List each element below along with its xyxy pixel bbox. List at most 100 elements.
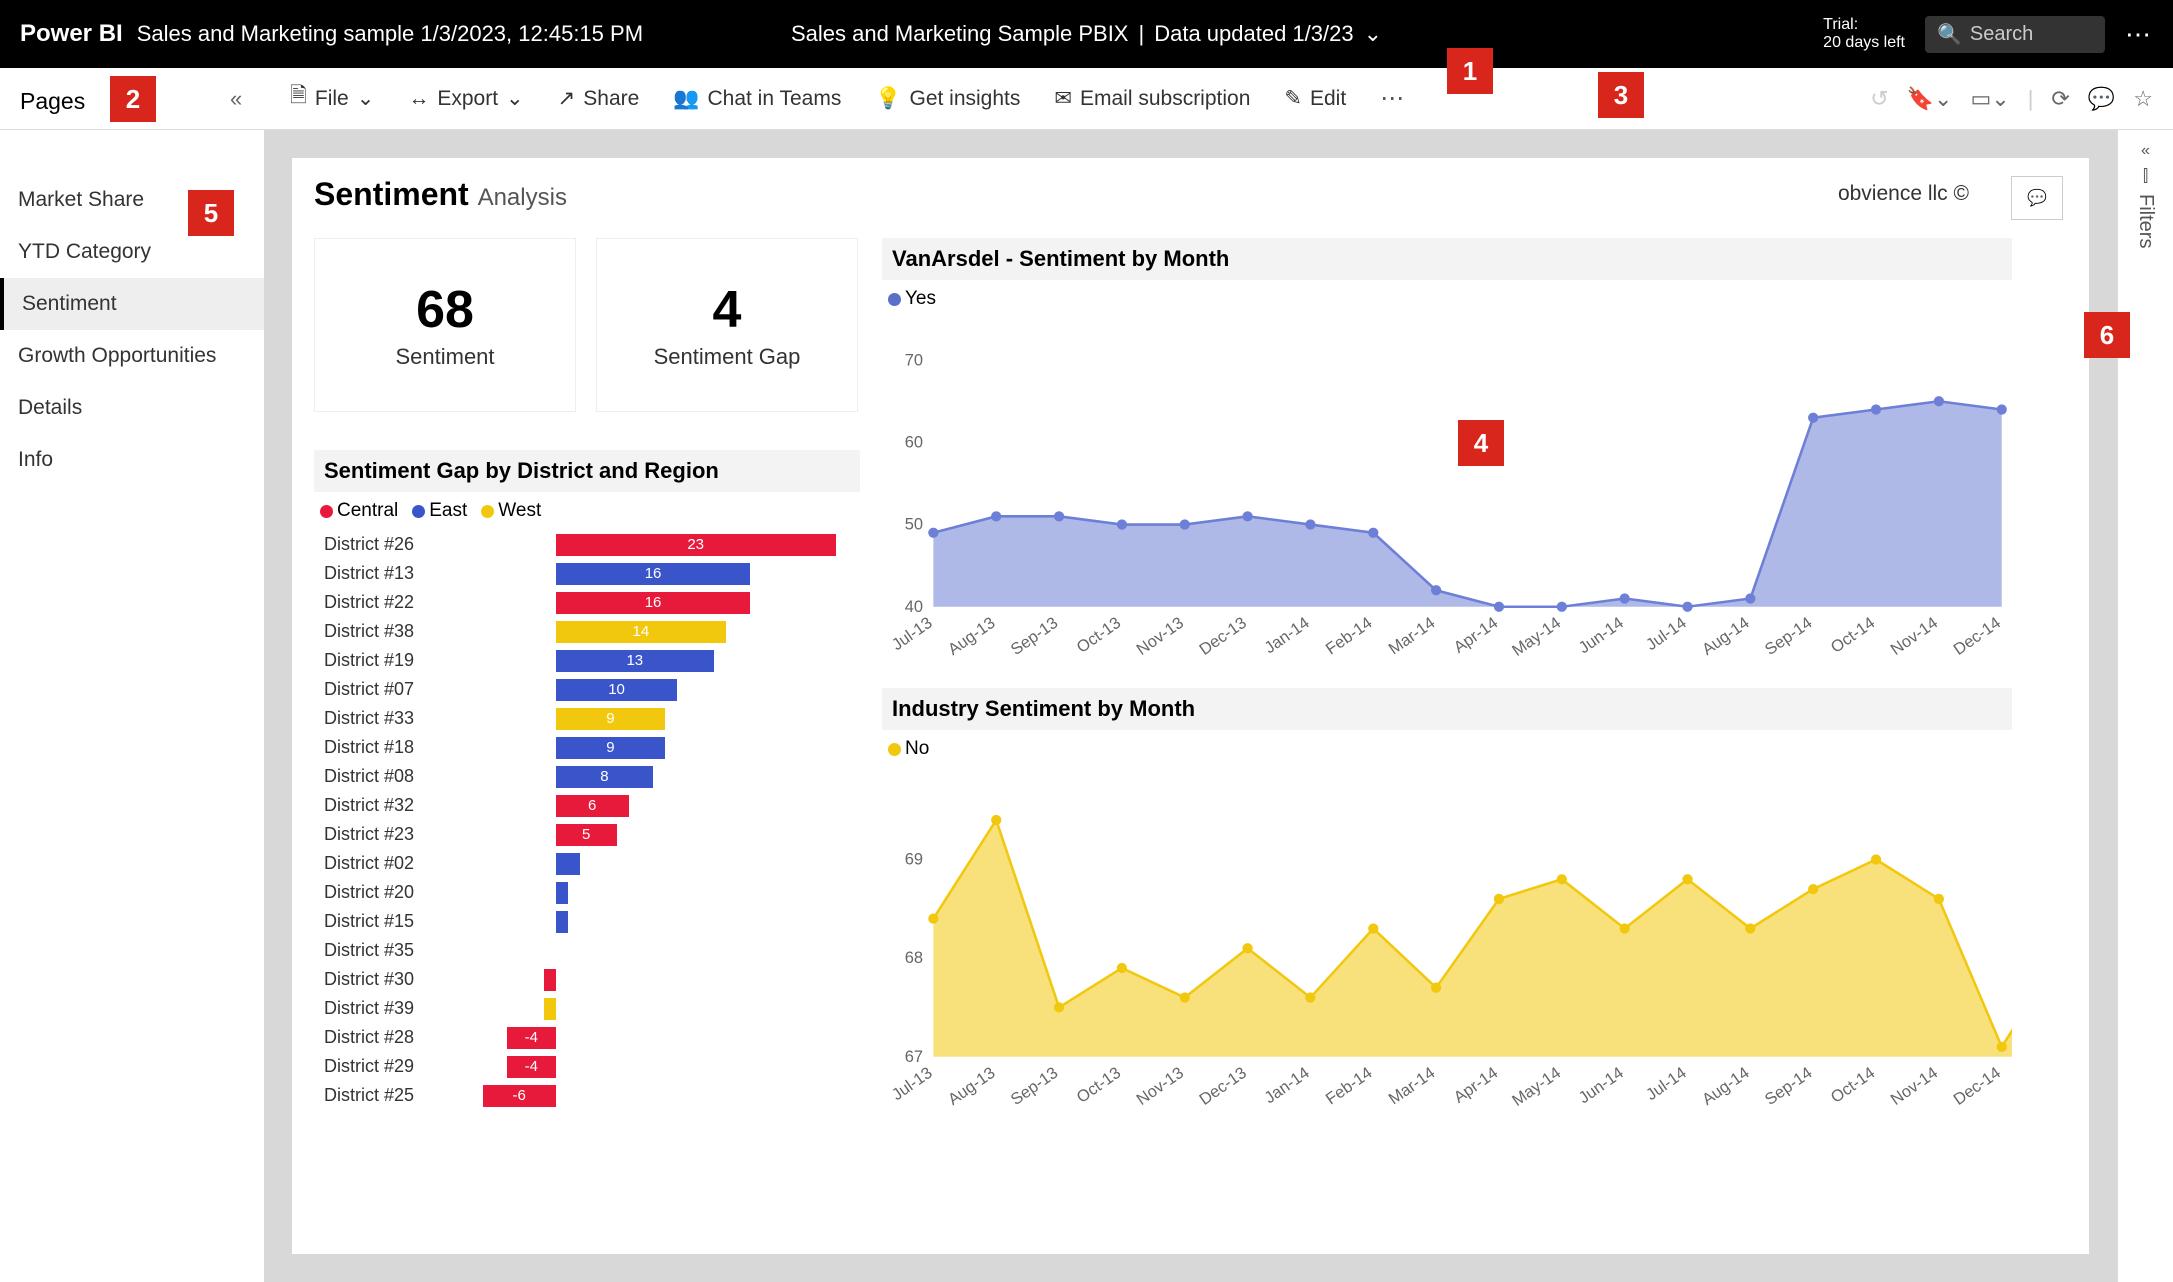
refresh-icon[interactable]: ⟳ [2051,86,2069,112]
svg-text:May-14: May-14 [1509,1064,1564,1110]
bar-row[interactable]: District #35 [314,936,860,965]
area-chart-vanarsdel[interactable]: VanArsdel - Sentiment by Month Yes 40506… [882,238,2012,668]
export-menu[interactable]: ↔Export⌄ [408,86,523,111]
bar-row[interactable]: District #25-6 [314,1081,860,1110]
bar-row[interactable]: District #235 [314,820,860,849]
svg-text:Jan-14: Jan-14 [1261,1064,1312,1108]
svg-text:Oct-14: Oct-14 [1828,1064,1879,1107]
bar-row[interactable]: District #1913 [314,646,860,675]
bar-row[interactable]: District #2623 [314,530,860,559]
svg-text:Nov-13: Nov-13 [1133,1064,1187,1109]
bar-row[interactable]: District #088 [314,762,860,791]
legend-item[interactable]: East [412,500,467,522]
pages-heading: Pages [20,88,85,115]
svg-text:Sep-14: Sep-14 [1762,1064,1816,1109]
comment-icon[interactable]: 💬 [2088,86,2115,112]
bar-row[interactable]: District #15 [314,907,860,936]
bar-row[interactable]: District #339 [314,704,860,733]
sidebar-page-growth-opportunities[interactable]: Growth Opportunities [0,330,264,382]
svg-text:Oct-13: Oct-13 [1073,614,1124,657]
copyright: obvience llc © [1838,182,1969,206]
svg-text:Jul-13: Jul-13 [889,614,936,654]
svg-text:Jul-14: Jul-14 [1643,614,1690,654]
chevron-down-icon[interactable]: ⌄ [1364,21,1382,47]
teams-icon: 👥 [673,87,699,111]
star-icon[interactable]: ☆ [2133,86,2153,112]
annotation-badge: 3 [1598,72,1644,118]
bookmark-icon[interactable]: 🔖⌄ [1907,86,1953,112]
area-chart-industry[interactable]: Industry Sentiment by Month No 676869Jul… [882,688,2012,1118]
view-icon[interactable]: ▭⌄ [1970,86,2009,112]
bar-row[interactable]: District #3814 [314,617,860,646]
legend-item[interactable]: West [481,500,541,522]
chat-teams-button[interactable]: 👥Chat in Teams [673,87,841,111]
bar-row[interactable]: District #0710 [314,675,860,704]
bulb-icon: 💡 [875,87,901,111]
annotation-badge: 2 [110,76,156,122]
comment-icon: 💬 [2027,188,2047,208]
svg-text:Apr-14: Apr-14 [1451,1064,1502,1107]
toolbar: « 🗎File⌄ ↔Export⌄ ↗Share 👥Chat in Teams … [0,68,2173,130]
svg-text:67: 67 [905,1048,923,1066]
reset-icon[interactable]: ↺ [1870,86,1888,112]
get-insights-button[interactable]: 💡Get insights [875,87,1020,111]
svg-text:May-14: May-14 [1509,614,1564,660]
filters-pane[interactable]: « ⫿ Filters [2117,130,2173,1282]
bar-row[interactable]: District #2216 [314,588,860,617]
search-input[interactable]: 🔍 Search [1925,16,2105,53]
email-subscription-button[interactable]: ✉Email subscription [1054,86,1250,111]
svg-text:Sep-13: Sep-13 [1008,614,1062,659]
bar-row[interactable]: District #326 [314,791,860,820]
bar-row[interactable]: District #30 [314,965,860,994]
annotation-badge: 1 [1447,48,1493,94]
search-icon: 🔍 [1937,22,1962,47]
kpi-card-sentiment-gap[interactable]: 4Sentiment Gap [596,238,858,412]
bar-row[interactable]: District #39 [314,994,860,1023]
page-title: Sentiment Analysis [314,176,2067,213]
collapse-pages-icon[interactable]: « [230,86,242,112]
bar-row[interactable]: District #189 [314,733,860,762]
svg-text:Dec-13: Dec-13 [1196,614,1250,659]
bar-row[interactable]: District #29-4 [314,1052,860,1081]
more-icon[interactable]: ⋯ [2125,19,2153,50]
more-icon[interactable]: ⋯ [1380,84,1404,113]
comment-button[interactable]: 💬 [2011,176,2063,220]
file-menu[interactable]: 🗎File⌄ [290,81,374,116]
edit-button[interactable]: ✎Edit [1284,86,1346,111]
svg-text:Oct-14: Oct-14 [1828,614,1879,657]
svg-text:Jan-14: Jan-14 [1261,614,1312,658]
svg-text:Dec-14: Dec-14 [1950,614,2004,659]
svg-text:40: 40 [905,598,923,616]
svg-text:Mar-14: Mar-14 [1385,614,1438,659]
trial-status: Trial:20 days left [1823,16,1905,52]
svg-text:50: 50 [905,516,923,534]
filter-icon: ⫿ [2143,168,2148,186]
svg-text:Jun-14: Jun-14 [1575,614,1626,658]
pages-sidebar: Market ShareYTD CategorySentimentGrowth … [0,130,264,1282]
sidebar-page-sentiment[interactable]: Sentiment [0,278,264,330]
kpi-card-sentiment[interactable]: 68Sentiment [314,238,576,412]
bar-row[interactable]: District #20 [314,878,860,907]
data-updated[interactable]: Data updated 1/3/23 [1154,21,1353,47]
svg-text:Nov-13: Nov-13 [1133,614,1187,659]
sidebar-page-details[interactable]: Details [0,382,264,434]
bar-chart-sentiment-gap[interactable]: Sentiment Gap by District and Region Cen… [314,450,860,1116]
collapse-icon[interactable]: « [2141,142,2150,160]
svg-text:68: 68 [905,949,923,967]
bar-row[interactable]: District #1316 [314,559,860,588]
divider: | [1138,21,1144,47]
svg-text:69: 69 [905,851,923,869]
export-icon: ↔ [408,87,429,111]
annotation-badge: 4 [1458,420,1504,466]
svg-text:Sep-14: Sep-14 [1762,614,1816,659]
legend-item[interactable]: Central [320,500,398,522]
bar-row[interactable]: District #02 [314,849,860,878]
annotation-badge: 5 [188,190,234,236]
svg-text:Dec-13: Dec-13 [1196,1064,1250,1109]
bar-row[interactable]: District #28-4 [314,1023,860,1052]
app-brand: Power BI [20,20,123,48]
share-button[interactable]: ↗Share [558,86,640,111]
sidebar-page-info[interactable]: Info [0,434,264,486]
workspace-name[interactable]: Sales and Marketing Sample PBIX [791,21,1129,47]
top-header: Power BI Sales and Marketing sample 1/3/… [0,0,2173,68]
